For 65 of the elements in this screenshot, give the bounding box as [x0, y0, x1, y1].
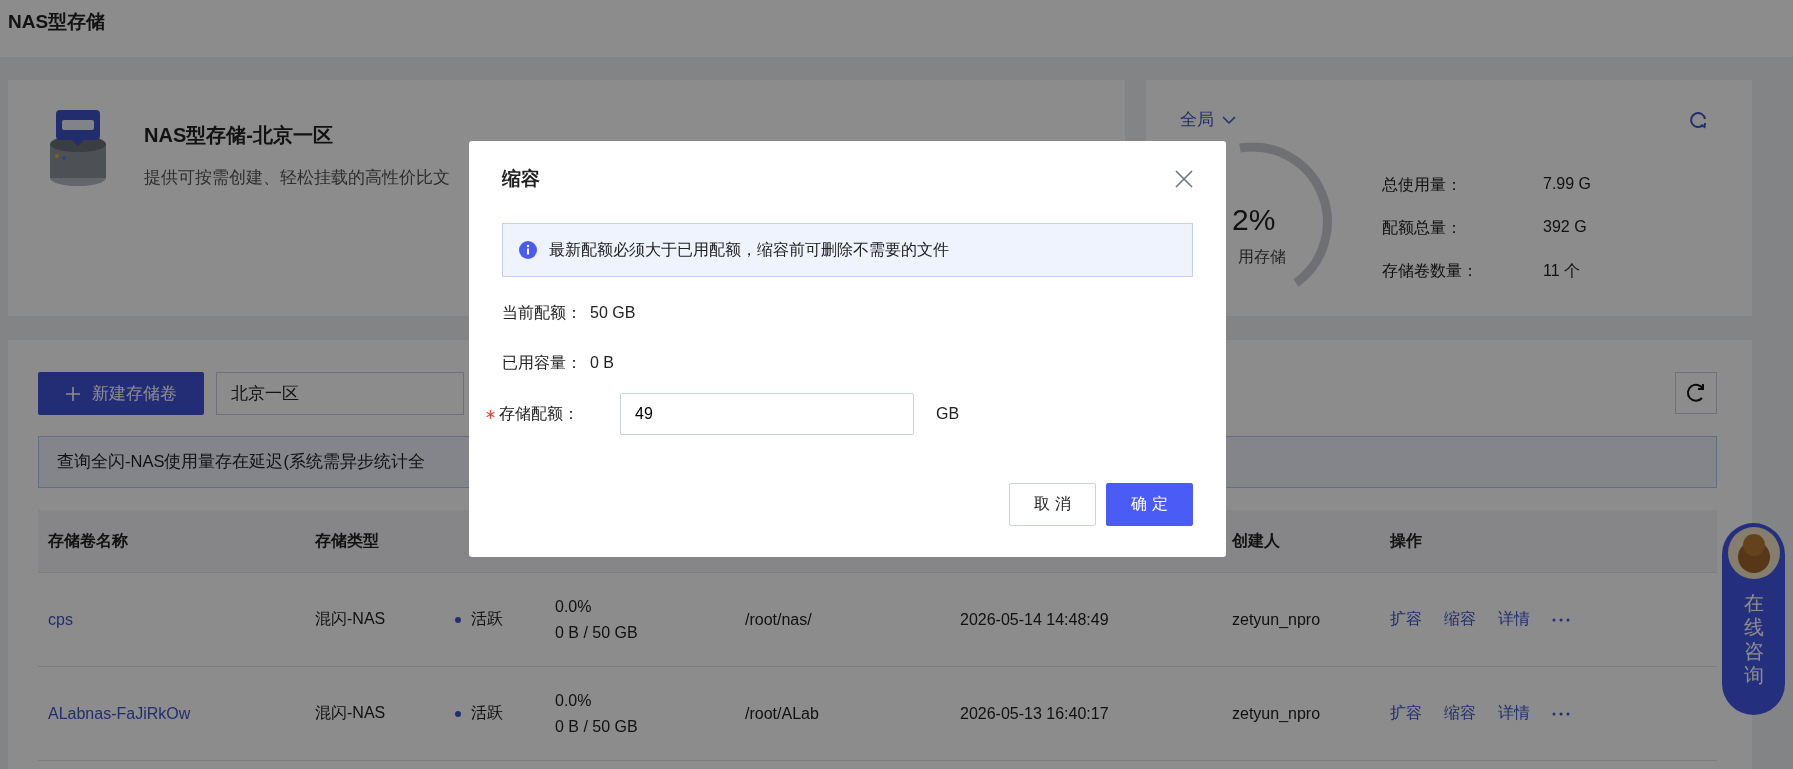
field-value: 50 GB	[590, 304, 636, 322]
stat-value: 7.99 G	[1543, 175, 1592, 194]
status-label: 活跃	[455, 703, 503, 725]
product-title: NAS型存储-北京一区	[144, 123, 334, 148]
chevron-down-icon	[1222, 114, 1236, 125]
table-cell-text: 0.0%	[555, 691, 593, 710]
table-cell: 2026-05-14 14:48:49	[960, 610, 1109, 628]
cancel-button[interactable]: 取 消	[1009, 483, 1096, 526]
field-label: 当前配额：	[502, 302, 582, 323]
dialog-title: 缩容	[502, 167, 540, 191]
refresh-button[interactable]	[1675, 372, 1717, 414]
avatar-icon	[1727, 527, 1780, 579]
table-cell: zetyun_npro	[1232, 610, 1321, 628]
action-link[interactable]: 扩容	[1390, 703, 1422, 724]
confirm-button[interactable]: 确 定	[1106, 483, 1193, 526]
chat-widget[interactable]: 在线咨询	[1722, 523, 1785, 715]
table-cell: 混闪-NAS	[315, 610, 386, 627]
table-cell: zetyun_npro	[1232, 704, 1321, 722]
action-link[interactable]: 详情	[1498, 703, 1530, 724]
usage-percent: 2%	[1232, 203, 1276, 237]
column-header: 操作	[1390, 531, 1422, 549]
stat-value: 11 个	[1543, 261, 1581, 281]
quota-input[interactable]: 49	[620, 393, 914, 435]
table-cell: 2026-05-13 16:40:17	[960, 704, 1109, 722]
action-link[interactable]: 详情	[1498, 609, 1530, 630]
chat-label: 在线咨询	[1743, 591, 1764, 687]
plus-icon	[65, 386, 80, 401]
field-value: 0 B	[590, 354, 614, 372]
table-cell-text: 0 B / 50 GB	[555, 623, 639, 642]
region-select[interactable]: 北京一区	[216, 372, 464, 415]
refresh-icon	[1685, 382, 1707, 404]
refresh-icon[interactable]	[1688, 109, 1708, 130]
field-label: 已用容量：	[502, 352, 582, 373]
action-link[interactable]: 扩容	[1390, 609, 1422, 630]
stat-value: 392 G	[1543, 218, 1587, 237]
column-header: 存储卷名称	[48, 531, 128, 549]
product-description: 提供可按需创建、轻松挂载的高性价比文	[144, 167, 450, 188]
volume-name-link[interactable]: ALabnas-FaJiRkOw	[48, 704, 191, 722]
scope-dropdown[interactable]: 全局	[1180, 108, 1236, 131]
nas-storage-icon	[48, 108, 108, 188]
more-icon[interactable]	[1552, 617, 1570, 622]
volume-name-link[interactable]: cps	[48, 610, 73, 628]
table-cell-text: 0.0%	[555, 597, 593, 616]
column-header: 存储类型	[315, 531, 379, 549]
close-icon[interactable]	[1175, 170, 1193, 188]
create-volume-button[interactable]: 新建存储卷	[38, 372, 204, 415]
table-cell-text: 0 B / 50 GB	[555, 717, 639, 736]
action-link[interactable]: 缩容	[1444, 609, 1476, 630]
field-label: 存储配额：	[499, 403, 580, 424]
alert-text: 最新配额必须大于已用配额，缩容前可删除不需要的文件	[549, 239, 949, 260]
info-icon	[519, 241, 537, 259]
stat-label: 总使用量：	[1382, 175, 1463, 195]
unit-label: GB	[936, 405, 960, 423]
column-header: 创建人	[1232, 531, 1280, 549]
table-cell: /root/nas/	[745, 610, 812, 628]
table-cell: /root/ALab	[745, 704, 819, 722]
action-link[interactable]: 缩容	[1444, 703, 1476, 724]
more-icon[interactable]	[1552, 711, 1570, 716]
stat-label: 存储卷数量：	[1382, 261, 1479, 281]
stat-label: 配额总量：	[1382, 218, 1463, 238]
table-cell: 混闪-NAS	[315, 704, 386, 721]
gauge-caption: 用存储	[1238, 247, 1286, 267]
notice-text: 查询全闪-NAS使用量存在延迟(系统需异步统计全	[57, 451, 425, 472]
page-title: NAS型存储	[8, 9, 106, 34]
status-label: 活跃	[455, 609, 503, 631]
